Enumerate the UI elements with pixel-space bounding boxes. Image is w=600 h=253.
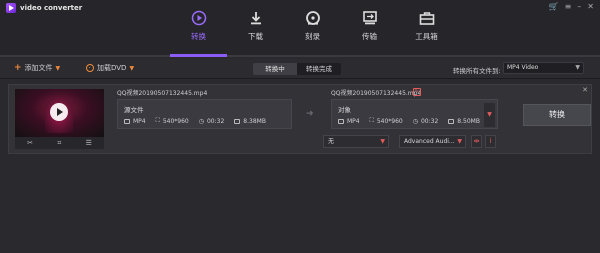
source-format: MP4 [133,117,146,125]
chevron-down-icon[interactable]: ▼ [129,65,134,72]
clock-icon: ◷ [198,117,204,125]
app-logo-icon [6,3,16,13]
tab-toolbox[interactable]: 工具箱 [398,10,455,55]
video-thumbnail[interactable] [15,89,104,137]
convert-icon [191,10,207,26]
app-name: video converter [20,4,83,12]
file-size-icon [448,118,455,124]
format-icon [124,118,130,124]
tab-download-label: 下载 [248,32,263,41]
target-resolution: 540*960 [376,117,403,125]
target-size: 8.50MB [457,117,480,125]
target-format-dropdown[interactable]: ▼ [484,103,495,127]
target-title: 对象 [338,106,351,114]
merge-icon[interactable]: ⇹ [471,135,482,148]
chevron-down-icon: ▼ [380,138,385,145]
tab-convert-label: 转换 [191,32,206,41]
tab-download[interactable]: 下载 [227,10,284,55]
source-size: 8.38MB [243,117,266,125]
cart-icon[interactable]: 🛒 [549,2,559,11]
app-logo: video converter [6,3,82,13]
audio-select[interactable]: Advanced Audi... ▼ [399,135,466,148]
info-icon[interactable]: ⅰ [485,135,496,148]
target-filename: QQ视频20190507132445.mp4 [331,90,422,97]
top-bar: video converter 🛒 ≡ – ✕ 转换 下载 刻录 传输 工具箱 [0,0,600,57]
source-props: MP4 ⛶ 540*960 ◷ 00:32 8.38MB [124,117,266,125]
thumbnail-tools: ✂ ⌗ ☰ [15,137,104,149]
tab-burn[interactable]: 刻录 [284,10,341,55]
subtitle-select[interactable]: 无 ▼ [323,135,389,148]
load-dvd-button[interactable]: 加载DVD ▼ [86,63,134,73]
tab-transfer-label: 传输 [362,32,377,41]
chevron-down-icon[interactable]: ▼ [56,65,61,72]
trim-icon[interactable]: ✂ [27,139,33,147]
format-icon [338,118,344,124]
source-resolution: 540*960 [162,117,189,125]
output-format-value: MP4 Video [507,64,539,71]
source-duration: 00:32 [206,117,225,125]
dvd-icon [86,64,94,72]
menu-icon[interactable]: ≡ [565,2,572,11]
tab-convert[interactable]: 转换 [170,10,227,55]
target-format: MP4 [347,117,360,125]
toolbar: + 添加文件 ▼ 加载DVD ▼ 转换中 转换完成 转换所有文件到: MP4 V… [0,59,600,79]
tab-transfer[interactable]: 传输 [341,10,398,55]
source-info-box: 源文件 MP4 ⛶ 540*960 ◷ 00:32 8.38MB [117,99,292,129]
download-icon [248,10,264,26]
load-dvd-label: 加载DVD [97,64,127,72]
file-size-icon [234,118,241,124]
window-controls: 🛒 ≡ – ✕ [549,2,594,11]
play-icon[interactable] [50,103,68,121]
arrow-right-icon: ➜ [306,109,314,119]
output-format-select[interactable]: MP4 Video ▼ [503,62,584,74]
conversion-task-card: ✕ ✂ ⌗ ☰ QQ视频20190507132445.mp4 源文件 MP4 ⛶… [8,84,592,154]
tab-toolbox-label: 工具箱 [415,32,438,41]
audio-value: Advanced Audi... [404,138,455,145]
remove-task-icon[interactable]: ✕ [582,86,588,94]
target-duration: 00:32 [420,117,439,125]
close-icon[interactable]: ✕ [587,2,594,11]
source-filename: QQ视频20190507132445.mp4 [117,90,208,97]
resolution-icon: ⛶ [369,117,374,124]
add-files-button[interactable]: + 添加文件 ▼ [14,63,60,73]
chevron-down-icon: ▼ [457,138,462,145]
status-tabs: 转换中 转换完成 [253,63,341,75]
tab-converted[interactable]: 转换完成 [297,63,341,75]
crop-icon[interactable]: ⌗ [57,139,61,148]
minimize-icon[interactable]: – [577,2,581,11]
convert-all-label: 转换所有文件到: [453,67,501,75]
main-nav: 转换 下载 刻录 传输 工具箱 [170,10,455,55]
burn-disc-icon [305,10,321,26]
tab-converting[interactable]: 转换中 [253,63,297,75]
empty-list-area [0,156,600,253]
plus-icon: + [14,62,22,73]
active-tab-indicator [170,54,227,57]
target-info-box: 对象 MP4 ⛶ 540*960 ◷ 00:32 8.50MB ▼ [331,99,498,129]
target-props: MP4 ⛶ 540*960 ◷ 00:32 8.50MB [338,117,480,125]
subtitle-value: 无 [328,138,335,145]
transfer-icon [362,10,378,26]
tab-burn-label: 刻录 [305,32,320,41]
toolbox-icon [419,10,435,26]
edit-icon[interactable]: ✎ [413,88,421,96]
clock-icon: ◷ [412,117,418,125]
source-title: 源文件 [124,106,144,114]
convert-button[interactable]: 转换 [523,104,591,126]
resolution-icon: ⛶ [155,117,160,124]
chevron-down-icon: ▼ [575,64,580,71]
effects-icon[interactable]: ☰ [86,139,92,147]
add-files-label: 添加文件 [24,64,53,72]
